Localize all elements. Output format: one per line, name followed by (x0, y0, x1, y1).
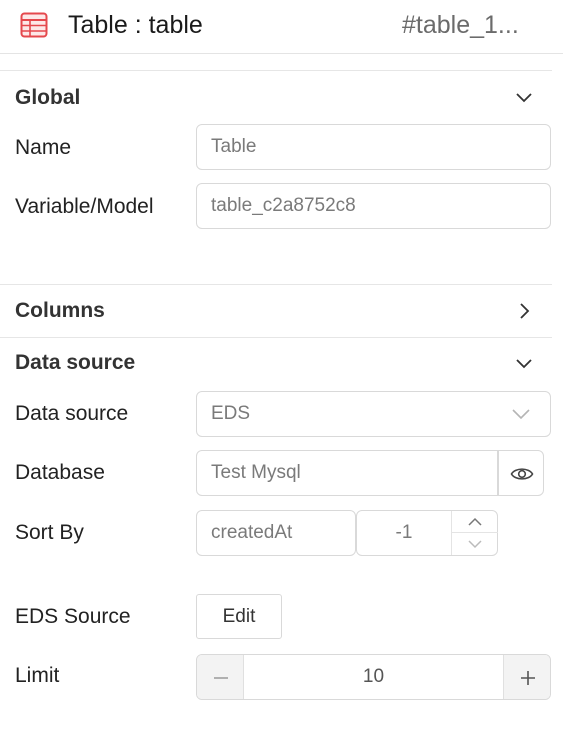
divider (0, 337, 552, 338)
increment-button[interactable] (452, 511, 498, 533)
divider (0, 284, 552, 285)
chevron-right-icon[interactable] (513, 300, 535, 322)
limit-label: Limit (15, 664, 60, 687)
decrement-button[interactable] (452, 533, 498, 555)
panel-header: Table : table #table_1... (0, 0, 563, 54)
section-title-columns[interactable]: Columns (15, 297, 105, 325)
sort-field-input[interactable]: createdAt (196, 510, 356, 556)
variable-model-label: Variable/Model (15, 195, 154, 218)
eye-icon (510, 468, 534, 480)
panel-title: Table : table (68, 11, 203, 39)
sort-order-arrows (451, 511, 498, 555)
table-icon (20, 12, 48, 38)
data-source-label: Data source (15, 402, 129, 425)
plus-icon (521, 671, 535, 685)
chevron-down-icon[interactable] (513, 352, 535, 374)
show-database-button[interactable] (498, 450, 544, 496)
database-label: Database (15, 461, 105, 484)
chevron-down-icon (510, 403, 532, 425)
eds-source-label: EDS Source (15, 605, 131, 628)
divider (0, 70, 552, 71)
chevron-down-icon[interactable] (513, 86, 535, 108)
sort-order-stepper[interactable]: -1 (356, 510, 498, 556)
data-source-select[interactable]: EDS (196, 391, 551, 437)
limit-decrement-button[interactable] (197, 655, 244, 699)
element-id: #table_1... (402, 11, 519, 39)
limit-input[interactable]: 10 (244, 655, 503, 699)
section-title-data-source[interactable]: Data source (15, 349, 135, 377)
name-label: Name (15, 136, 72, 159)
minus-icon (214, 677, 228, 679)
chevron-up-icon (468, 517, 482, 526)
name-input[interactable]: Table (196, 124, 551, 170)
limit-stepper: 10 (196, 654, 551, 700)
section-title-global[interactable]: Global (15, 84, 80, 112)
sort-order-value[interactable]: -1 (357, 511, 451, 555)
chevron-down-icon (468, 540, 482, 549)
edit-eds-source-button[interactable]: Edit (196, 594, 282, 639)
limit-increment-button[interactable] (503, 655, 550, 699)
database-input[interactable]: Test Mysql (196, 450, 498, 496)
sort-by-label: Sort By (15, 521, 84, 544)
variable-model-input[interactable]: table_c2a8752c8 (196, 183, 551, 229)
